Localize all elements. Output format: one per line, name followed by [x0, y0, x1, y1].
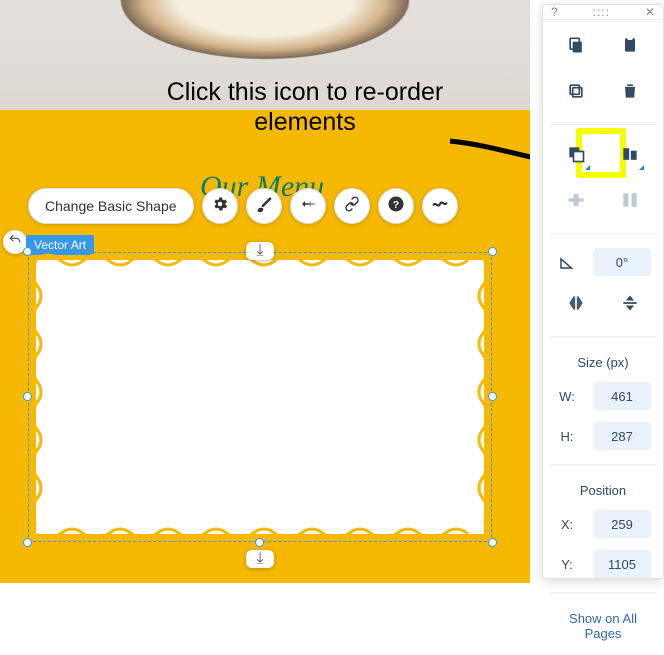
panel-help-button[interactable]: ?	[551, 5, 558, 19]
stretch-icon: ⤓	[256, 550, 263, 568]
duplicate-button[interactable]	[559, 76, 593, 110]
resize-handle-tl[interactable]	[23, 247, 32, 256]
trash-icon	[620, 81, 640, 106]
settings-button[interactable]	[202, 188, 238, 224]
stretch-handle-bottom[interactable]: ⤓	[246, 550, 274, 568]
width-input[interactable]	[593, 382, 651, 410]
selected-element-frame[interactable]: ⤓ ⤓	[28, 252, 492, 542]
align-icon	[620, 144, 640, 169]
animation-icon	[299, 195, 317, 218]
show-on-all-pages-button[interactable]: Show on All Pages	[549, 607, 657, 645]
panel-close-button[interactable]: ✕	[645, 5, 655, 19]
copy-icon	[566, 35, 586, 60]
x-input[interactable]	[593, 510, 651, 538]
undo-icon	[8, 233, 22, 252]
position-section-title: Position	[549, 483, 657, 498]
align-button[interactable]	[613, 139, 647, 173]
paste-icon	[620, 35, 640, 60]
copy-button[interactable]	[559, 30, 593, 64]
flip-horizontal-icon	[566, 293, 586, 318]
stretch-handle-top[interactable]: ⤓	[246, 242, 274, 260]
help-icon: ?	[387, 195, 405, 218]
properties-panel: ? :::: ✕ Size (p	[542, 4, 664, 579]
editor-canvas[interactable]: Our Menu Click this icon to re-order ele…	[0, 0, 530, 583]
y-label: Y:	[555, 557, 579, 572]
y-input[interactable]	[593, 550, 651, 578]
resize-handle-l[interactable]	[23, 392, 32, 401]
svg-text:?: ?	[392, 198, 398, 210]
vector-shape-fill	[36, 260, 484, 534]
paste-button[interactable]	[613, 30, 647, 64]
flip-vertical-button[interactable]	[613, 288, 647, 322]
size-section-title: Size (px)	[549, 355, 657, 370]
panel-drag-handle[interactable]: ::::	[593, 5, 610, 19]
flip-horizontal-button[interactable]	[559, 288, 593, 322]
more-button[interactable]	[422, 188, 458, 224]
height-label: H:	[555, 429, 579, 444]
height-input[interactable]	[593, 422, 651, 450]
element-toolbar: Change Basic Shape ?	[28, 188, 458, 224]
x-label: X:	[555, 517, 579, 532]
tutorial-annotation-text: Click this icon to re-order elements	[155, 77, 455, 137]
rotate-icon	[555, 253, 579, 271]
resize-handle-b[interactable]	[255, 538, 264, 547]
change-shape-button[interactable]: Change Basic Shape	[28, 188, 194, 224]
squiggle-icon	[431, 195, 449, 218]
stretch-icon: ⤓	[256, 242, 263, 260]
paintbrush-icon	[255, 195, 273, 218]
link-icon	[343, 195, 361, 218]
width-label: W:	[555, 389, 579, 404]
distribute-vertical-button	[613, 185, 647, 219]
animation-button[interactable]	[290, 188, 326, 224]
design-button[interactable]	[246, 188, 282, 224]
arrange-button[interactable]	[559, 139, 593, 173]
gear-icon	[211, 195, 229, 218]
distribute-horizontal-button	[559, 185, 593, 219]
flip-vertical-icon	[620, 293, 640, 318]
tutorial-arrow	[448, 135, 530, 175]
distribute-vertical-icon	[620, 190, 640, 215]
help-button[interactable]: ?	[378, 188, 414, 224]
delete-button[interactable]	[613, 76, 647, 110]
link-button[interactable]	[334, 188, 370, 224]
distribute-horizontal-icon	[566, 190, 586, 215]
resize-handle-bl[interactable]	[23, 538, 32, 547]
resize-handle-tr[interactable]	[488, 247, 497, 256]
panel-header: ? :::: ✕	[543, 5, 663, 20]
duplicate-icon	[566, 81, 586, 106]
resize-handle-br[interactable]	[488, 538, 497, 547]
resize-handle-r[interactable]	[488, 392, 497, 401]
arrange-icon	[566, 144, 586, 169]
rotation-input[interactable]	[593, 248, 651, 276]
